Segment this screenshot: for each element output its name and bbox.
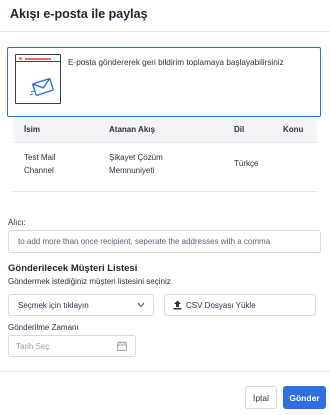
upload-csv-button[interactable]: CSV Dosyası Yükle	[164, 294, 316, 316]
footer-divider	[0, 371, 330, 372]
info-banner: E-posta göndererek geri bildirim toplama…	[7, 47, 321, 117]
header-divider	[0, 31, 330, 32]
column-header-assigned-flow: Atanan Akış	[109, 125, 155, 134]
date-picker[interactable]: Tarih Seç	[8, 335, 136, 357]
banner-text: E-posta göndererek geri bildirim toplama…	[68, 58, 284, 67]
send-button[interactable]: Gönder	[283, 386, 326, 409]
schedule-label: Gönderilme Zamanı	[8, 323, 79, 332]
column-header-name: İsim	[24, 125, 41, 134]
customer-list-select-value: Seçmek için tıklayın	[18, 301, 89, 310]
table-row: Test Mail Channel Şikayet Çözüm Memnuniy…	[13, 142, 317, 192]
upload-csv-label: CSV Dosyası Yükle	[186, 301, 256, 310]
column-header-subject: Konu	[283, 125, 304, 134]
channel-table: İsim Atanan Akış Dil Konu Test Mail Chan…	[13, 117, 317, 192]
cell-language: Türkçe	[234, 159, 259, 168]
cell-assigned-flow: Şikayet Çözüm Memnuniyeti	[109, 153, 163, 175]
chevron-down-icon	[137, 302, 145, 308]
customer-list-select[interactable]: Seçmek için tıklayın	[8, 294, 154, 316]
dialog-title: Akışı e-posta ile paylaş	[10, 7, 148, 21]
date-picker-placeholder: Tarih Seç	[16, 342, 50, 351]
recipients-input[interactable]	[9, 231, 320, 252]
recipients-field[interactable]	[8, 230, 321, 253]
email-illustration-icon	[15, 54, 61, 104]
table-header: İsim Atanan Akış Dil Konu	[13, 117, 317, 142]
cell-name: Test Mail Channel	[24, 153, 56, 175]
column-header-language: Dil	[234, 125, 245, 134]
cancel-button[interactable]: İptal	[245, 386, 277, 409]
calendar-icon	[117, 341, 127, 351]
customer-list-subtitle: Göndermek istediğiniz müşteri listesini …	[8, 277, 171, 286]
recipients-label: Alıcı:	[8, 218, 26, 227]
upload-icon	[173, 300, 182, 310]
customer-list-title: Gönderilecek Müşteri Listesi	[8, 263, 138, 274]
